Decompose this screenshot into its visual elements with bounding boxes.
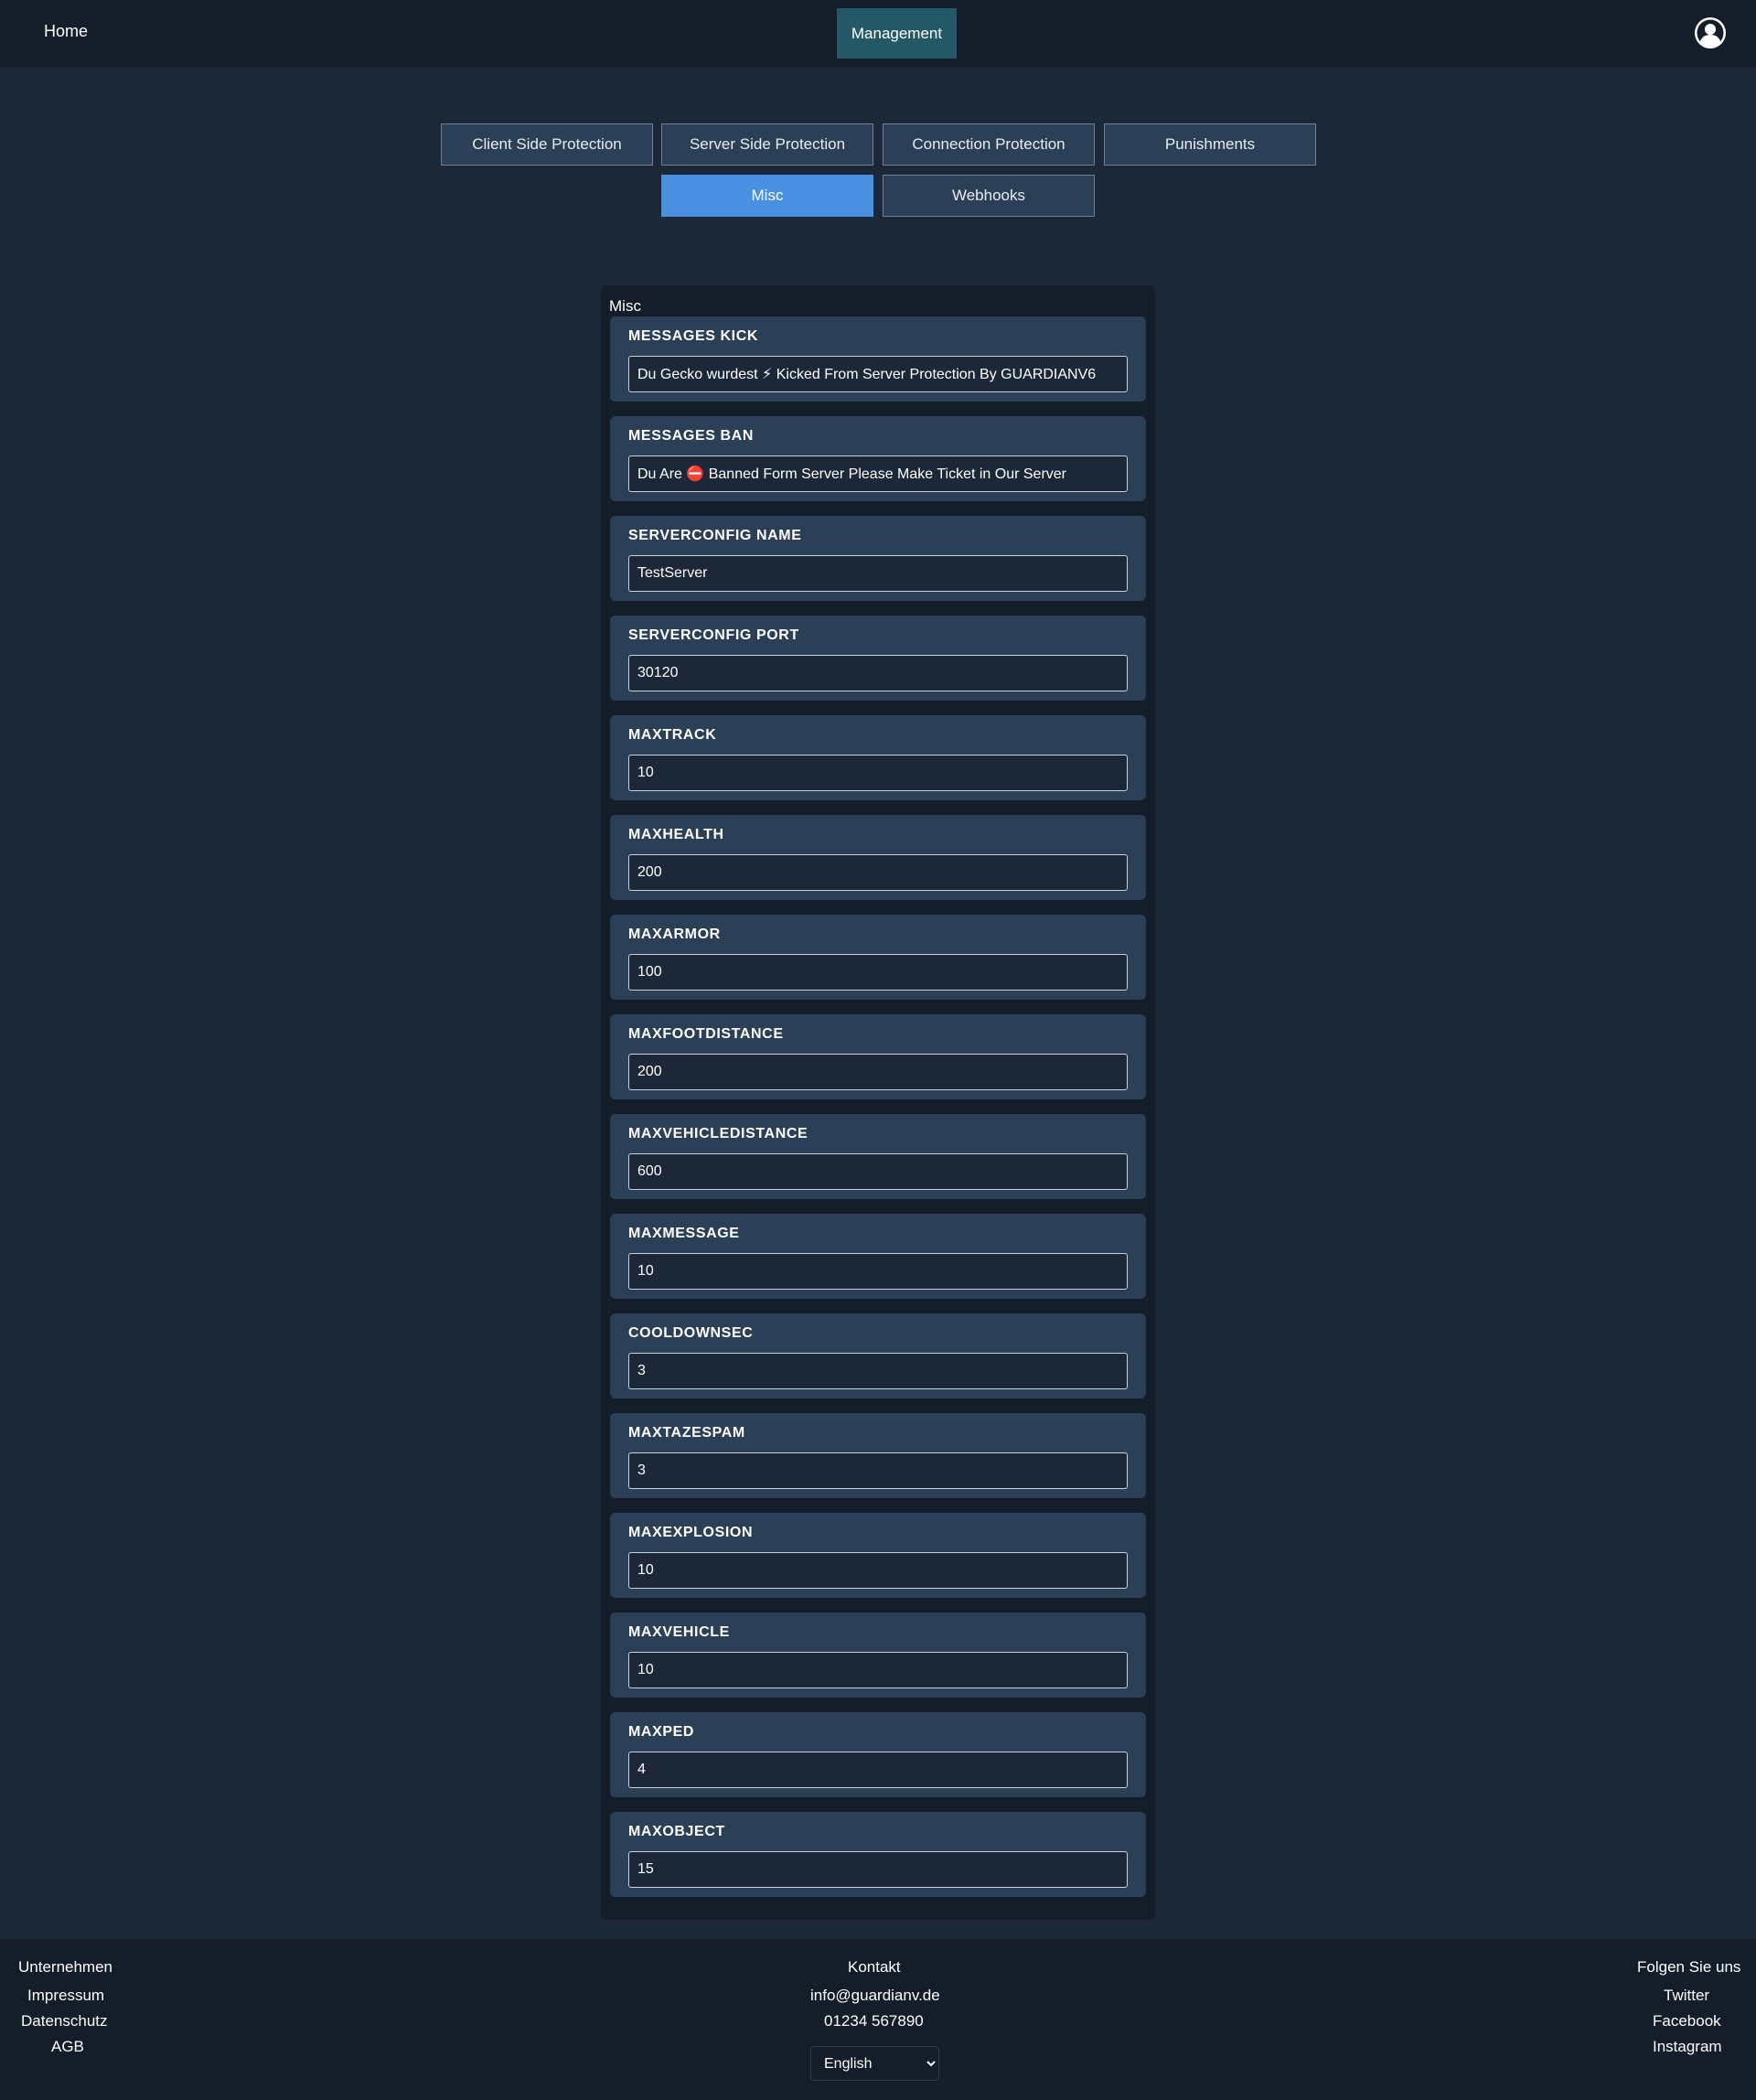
maxped-input[interactable] [628, 1752, 1128, 1788]
field-label: MAXPED [628, 1724, 695, 1740]
maxarmor-input[interactable] [628, 954, 1128, 991]
field-label: MAXVEHICLEDISTANCE [628, 1126, 808, 1141]
field-label: MAXTRACK [628, 727, 717, 743]
field-label: MAXFOOTDISTANCE [628, 1026, 784, 1042]
footer-link-facebook[interactable]: Facebook [1653, 2012, 1721, 2030]
maxtazespam-input[interactable] [628, 1452, 1128, 1489]
field-label: MESSAGES KICK [628, 328, 759, 344]
field-maxhealth: MAXHEALTH [610, 815, 1146, 900]
field-maxarmor: MAXARMOR [610, 915, 1146, 1000]
tab-misc[interactable]: Misc [661, 175, 873, 217]
tab-punishments[interactable]: Punishments [1104, 123, 1316, 166]
field-label: MAXARMOR [628, 927, 721, 942]
field-label: MAXMESSAGE [628, 1226, 740, 1241]
footer-link-twitter[interactable]: Twitter [1664, 1987, 1709, 2005]
maxtrack-input[interactable] [628, 755, 1128, 791]
field-messages-ban: MESSAGES BAN [610, 416, 1146, 501]
field-maxped: MAXPED [610, 1712, 1146, 1797]
misc-settings-panel: Misc MESSAGES KICK MESSAGES BAN SERVERCO… [601, 285, 1155, 1920]
footer: Unternehmen Impressum Datenschutz AGB Ko… [0, 1939, 1756, 2100]
maxvehicle-input[interactable] [628, 1652, 1128, 1688]
maxfootdistance-input[interactable] [628, 1054, 1128, 1090]
field-label: SERVERCONFIG PORT [628, 627, 799, 643]
cooldownsec-input[interactable] [628, 1353, 1128, 1389]
tab-connection-protection[interactable]: Connection Protection [883, 123, 1095, 166]
footer-link-datenschutz[interactable]: Datenschutz [21, 2012, 108, 2030]
messages-kick-input[interactable] [628, 356, 1128, 392]
field-maxvehicle: MAXVEHICLE [610, 1612, 1146, 1698]
maxhealth-input[interactable] [628, 854, 1128, 891]
maxmessage-input[interactable] [628, 1253, 1128, 1290]
field-serverconfig-port: SERVERCONFIG PORT [610, 616, 1146, 701]
field-label: MESSAGES BAN [628, 428, 754, 444]
footer-link-impressum[interactable]: Impressum [27, 1987, 104, 2005]
field-maxobject: MAXOBJECT [610, 1812, 1146, 1897]
user-circle-icon[interactable] [1694, 16, 1727, 49]
field-cooldownsec: COOLDOWNSEC [610, 1313, 1146, 1398]
field-serverconfig-name: SERVERCONFIG NAME [610, 516, 1146, 601]
field-label: COOLDOWNSEC [628, 1325, 754, 1341]
tab-server-side-protection[interactable]: Server Side Protection [661, 123, 873, 166]
field-maxfootdistance: MAXFOOTDISTANCE [610, 1014, 1146, 1099]
field-label: MAXHEALTH [628, 827, 724, 842]
footer-link-agb[interactable]: AGB [51, 2038, 84, 2056]
tab-webhooks[interactable]: Webhooks [883, 175, 1095, 217]
messages-ban-input[interactable] [628, 455, 1128, 492]
field-label: MAXOBJECT [628, 1824, 725, 1839]
nav-home-link[interactable]: Home [44, 22, 88, 41]
field-label: MAXTAZESPAM [628, 1425, 745, 1441]
field-label: MAXEXPLOSION [628, 1525, 754, 1540]
top-navigation: Home Management [0, 0, 1756, 68]
footer-contact-heading: Kontakt [848, 1958, 901, 1976]
footer-phone: 01234 567890 [824, 2012, 924, 2030]
field-maxtazespam: MAXTAZESPAM [610, 1413, 1146, 1498]
panel-title: Misc [609, 297, 641, 315]
field-label: SERVERCONFIG NAME [628, 528, 802, 543]
footer-company-heading: Unternehmen [18, 1958, 113, 1976]
tab-client-side-protection[interactable]: Client Side Protection [441, 123, 653, 166]
field-label: MAXVEHICLE [628, 1624, 730, 1640]
maxvehicledistance-input[interactable] [628, 1153, 1128, 1190]
field-maxvehicledistance: MAXVEHICLEDISTANCE [610, 1114, 1146, 1199]
field-maxtrack: MAXTRACK [610, 715, 1146, 800]
field-maxmessage: MAXMESSAGE [610, 1214, 1146, 1299]
footer-link-instagram[interactable]: Instagram [1653, 2038, 1722, 2056]
footer-social-heading: Folgen Sie uns [1637, 1958, 1741, 1976]
serverconfig-name-input[interactable] [628, 555, 1128, 592]
maxexplosion-input[interactable] [628, 1552, 1128, 1589]
field-messages-kick: MESSAGES KICK [610, 316, 1146, 402]
nav-management-button[interactable]: Management [837, 8, 957, 59]
maxobject-input[interactable] [628, 1851, 1128, 1888]
language-select[interactable]: English [810, 2046, 939, 2081]
serverconfig-port-input[interactable] [628, 655, 1128, 691]
field-maxexplosion: MAXEXPLOSION [610, 1513, 1146, 1598]
footer-email-link[interactable]: info@guardianv.de [810, 1987, 940, 2005]
